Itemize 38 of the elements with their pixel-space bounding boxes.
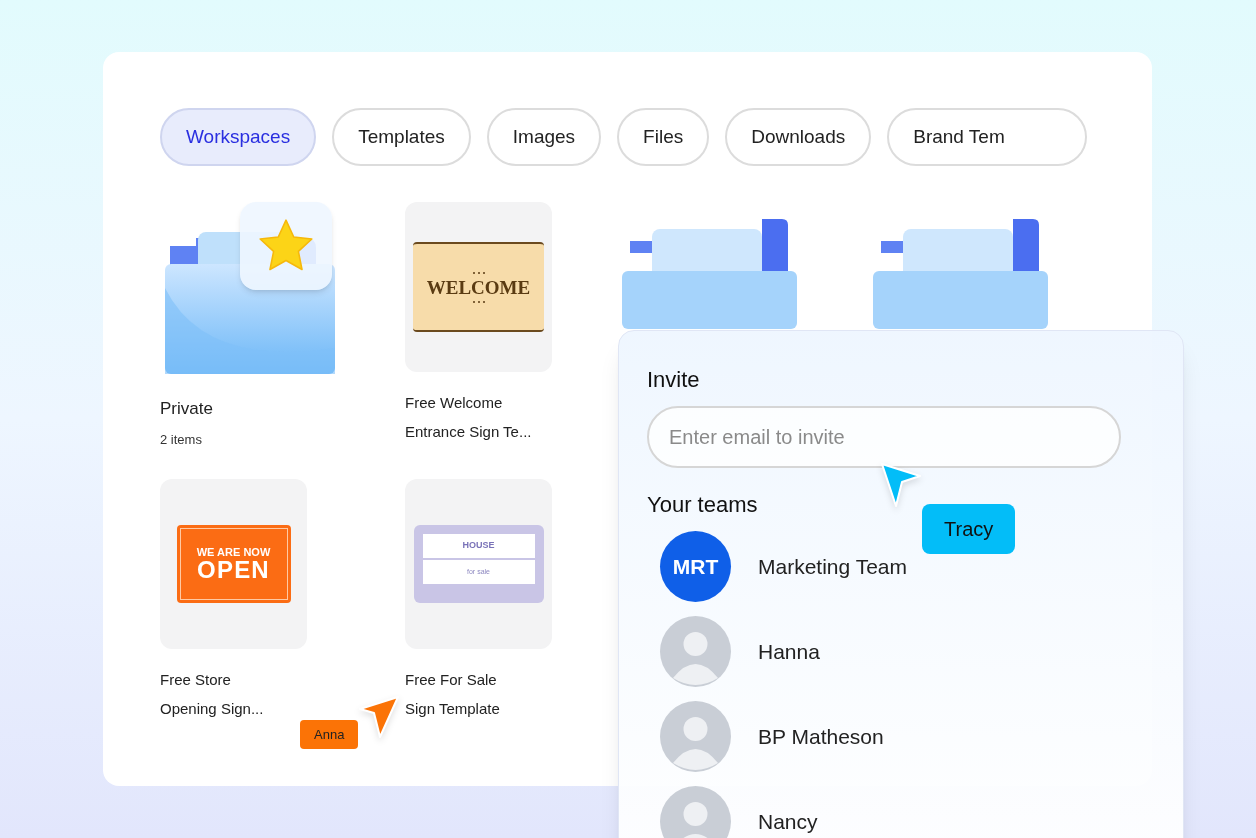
team-name: Marketing Team (758, 553, 907, 580)
filter-tab[interactable]: Files (617, 108, 710, 166)
filter-tab[interactable]: Downloads (725, 108, 872, 166)
sign-text: WELCOME (426, 277, 531, 297)
team-row[interactable]: Nancy (660, 786, 1155, 838)
filter-tab[interactable]: Brand Tem (887, 108, 1088, 166)
cursor-label: Tracy (922, 504, 1016, 554)
team-name: Hanna (758, 638, 820, 665)
cursor-label: Anna (300, 719, 359, 749)
item-title: Private (160, 398, 214, 420)
team-avatar: MRT (660, 531, 731, 602)
sign-text: OPEN (197, 557, 270, 582)
item-title: Free Welcome (405, 393, 504, 413)
sign-text: HOUSE (422, 534, 535, 558)
team-row[interactable]: BP Matheson (660, 701, 1155, 772)
folder-icon (622, 219, 797, 329)
item-title: Entrance Sign Te... (405, 421, 533, 442)
filter-tab[interactable]: Images (486, 108, 602, 166)
avatar-icon (660, 786, 731, 838)
item-title: Free Store (160, 670, 232, 690)
section-heading: Your teams (647, 491, 759, 519)
sign-text: WE ARE NOW (196, 546, 271, 558)
filter-tab[interactable]: Templates (332, 108, 471, 166)
team-row[interactable]: Hanna (660, 616, 1155, 687)
panel-title: Invite (647, 366, 701, 394)
item-title: Free For Sale (405, 670, 498, 690)
email-field[interactable]: Enter email to invite (647, 406, 1121, 468)
item-count: 2 items (160, 430, 203, 449)
pointer-icon (880, 462, 922, 508)
template-thumbnail[interactable]: WELCOME (405, 202, 552, 372)
item-title: Opening Sign... (160, 698, 265, 719)
filter-tab[interactable]: Workspaces (160, 108, 317, 166)
avatar-icon (660, 616, 731, 687)
item-title: Sign Template (405, 698, 501, 719)
team-name: BP Matheson (758, 723, 884, 750)
team-name: Nancy (758, 808, 818, 835)
avatar-icon (660, 701, 731, 772)
folder-icon (873, 219, 1048, 329)
